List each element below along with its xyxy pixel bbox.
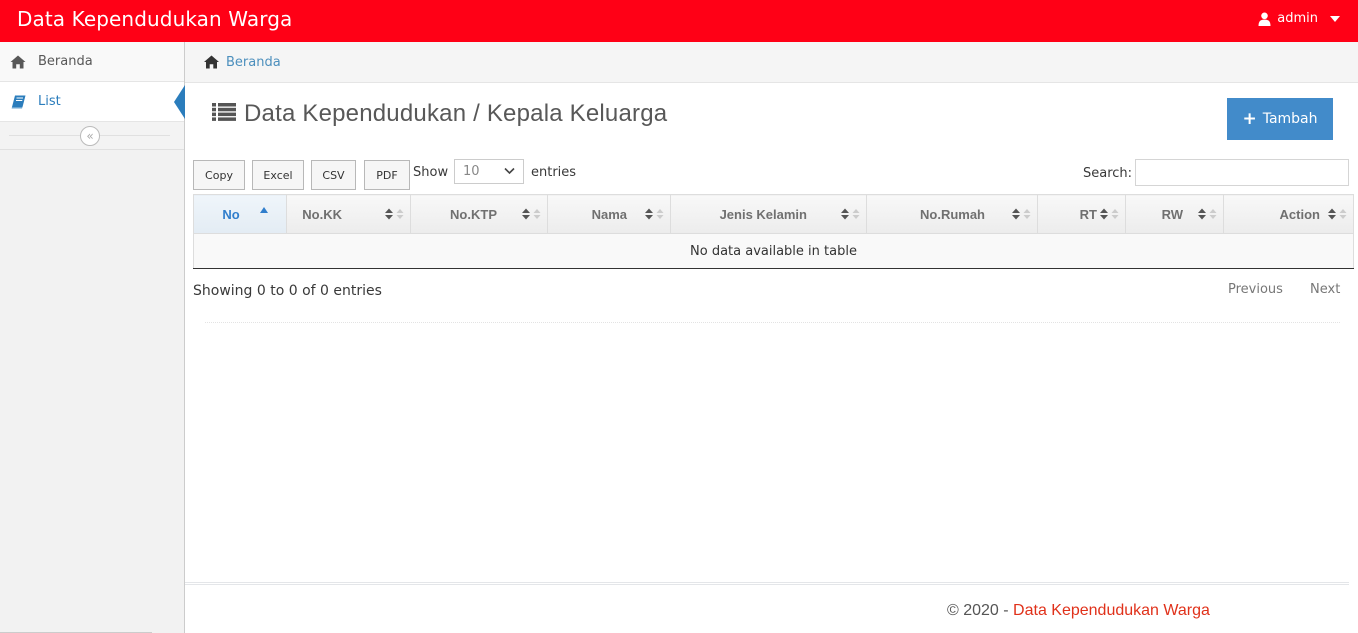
- footer: © 2020 - Data Kependudukan Warga: [947, 602, 1210, 620]
- caret-down-icon: [1330, 15, 1340, 22]
- top-navbar: Data Kependudukan Warga admin: [0, 0, 1358, 42]
- column-header-action[interactable]: Action: [1223, 194, 1354, 234]
- sort-icon: [1099, 208, 1119, 220]
- sort-icon: [644, 208, 664, 220]
- table-info: Showing 0 to 0 of 0 entries: [193, 283, 382, 299]
- column-header-jenis-kelamin[interactable]: Jenis Kelamin: [670, 194, 867, 234]
- excel-button[interactable]: Excel: [252, 160, 304, 190]
- sidebar-item-beranda[interactable]: Beranda: [0, 42, 184, 82]
- column-header-no-kk[interactable]: No.KK: [286, 194, 411, 234]
- sort-icon: [840, 208, 860, 220]
- divider: [205, 322, 1340, 323]
- double-chevron-left-icon[interactable]: «: [80, 126, 100, 146]
- breadcrumb-link-beranda[interactable]: Beranda: [226, 55, 281, 70]
- table-row: No data available in table: [193, 233, 1354, 269]
- list-icon: [212, 103, 236, 125]
- page-header: Data Kependudukan / Kepala Keluarga: [212, 100, 667, 128]
- sort-asc-icon: [260, 207, 268, 213]
- plus-icon: +: [1242, 108, 1257, 129]
- user-icon: [1258, 12, 1271, 26]
- page-title: Data Kependudukan / Kepala Keluarga: [244, 100, 668, 127]
- footer-divider: [185, 582, 1349, 585]
- column-header-nama[interactable]: Nama: [547, 194, 671, 234]
- sort-icon: [1197, 208, 1217, 220]
- data-table: No No.KK No.KTP Nama Jenis Kelamin No.Ru…: [193, 194, 1354, 269]
- app-brand[interactable]: Data Kependudukan Warga: [17, 7, 292, 31]
- search-label: Search:: [1083, 166, 1133, 181]
- table-header-row: No No.KK No.KTP Nama Jenis Kelamin No.Ru…: [193, 194, 1354, 234]
- sidebar-collapse-row: «: [0, 122, 184, 150]
- empty-table-message: No data available in table: [193, 233, 1354, 269]
- previous-button[interactable]: Previous: [1228, 282, 1283, 297]
- chevron-down-icon: [504, 165, 515, 180]
- search-input[interactable]: [1135, 159, 1349, 186]
- book-icon: [9, 93, 27, 111]
- sort-icon: [384, 208, 404, 220]
- column-header-rt[interactable]: RT: [1037, 194, 1126, 234]
- home-icon: [203, 55, 220, 69]
- footer-brand-link[interactable]: Data Kependudukan Warga: [1013, 602, 1210, 619]
- user-menu[interactable]: admin: [1258, 11, 1340, 26]
- sidebar-item-label: Beranda: [38, 54, 93, 69]
- add-button-label: Tambah: [1262, 111, 1318, 127]
- home-icon: [9, 53, 27, 71]
- pdf-button[interactable]: PDF: [364, 160, 410, 190]
- column-header-no[interactable]: No: [193, 194, 287, 234]
- next-button[interactable]: Next: [1310, 282, 1340, 297]
- csv-button[interactable]: CSV: [311, 160, 356, 190]
- column-header-no-rumah[interactable]: No.Rumah: [866, 194, 1038, 234]
- page-size-value: 10: [463, 164, 480, 179]
- breadcrumb: Beranda: [185, 42, 1358, 83]
- sidebar-item-label: List: [38, 94, 61, 109]
- user-name: admin: [1277, 11, 1318, 26]
- entries-label: entries: [531, 165, 577, 180]
- page-size-select[interactable]: 10: [454, 159, 524, 184]
- sort-icon: [521, 208, 541, 220]
- sidebar-item-list[interactable]: List: [0, 82, 185, 122]
- copy-button[interactable]: Copy: [193, 160, 245, 190]
- add-button[interactable]: + Tambah: [1227, 98, 1333, 140]
- sort-icon: [1011, 208, 1031, 220]
- column-header-rw[interactable]: RW: [1125, 194, 1224, 234]
- sort-icon: [1327, 208, 1347, 220]
- footer-copyright: © 2020 -: [947, 602, 1014, 619]
- column-header-no-ktp[interactable]: No.KTP: [410, 194, 548, 234]
- show-label: Show: [413, 165, 449, 180]
- sidebar: Beranda List «: [0, 42, 185, 633]
